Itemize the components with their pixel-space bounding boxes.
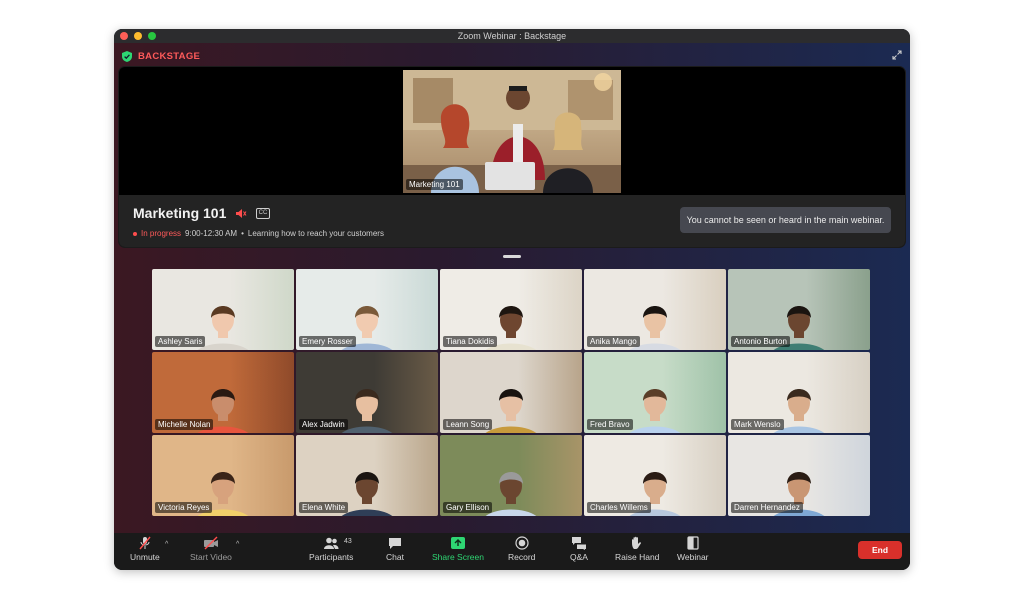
- participant-name: Michelle Nolan: [155, 419, 214, 430]
- meeting-toolbar: Unmute ^ Start Video ^ Participants 43 C…: [114, 533, 910, 570]
- backstage-header: BACKSTAGE: [122, 51, 200, 62]
- zoom-window-button[interactable]: [148, 32, 156, 40]
- backstage-notice: You cannot be seen or heard in the main …: [680, 207, 891, 233]
- raise-hand-label: Raise Hand: [615, 552, 660, 562]
- speaker-icon[interactable]: [235, 208, 247, 219]
- participant-tile[interactable]: Ashley Saris: [152, 269, 294, 350]
- participant-tile[interactable]: Tiana Dokidis: [440, 269, 582, 350]
- participant-name: Elena White: [299, 502, 349, 513]
- participants-count: 43: [344, 538, 352, 545]
- webinar-icon: [687, 536, 699, 550]
- stage-video-scene: [403, 70, 621, 193]
- window-title: Zoom Webinar : Backstage: [457, 31, 567, 41]
- title-bar: Zoom Webinar : Backstage: [114, 29, 910, 43]
- qa-label: Q&A: [570, 552, 588, 562]
- participant-name: Alex Jadwin: [299, 419, 348, 430]
- participant-name: Victoria Reyes: [155, 502, 213, 513]
- participant-name: Charles Willems: [587, 502, 651, 513]
- stage-video[interactable]: Marketing 101: [403, 70, 621, 193]
- shield-check-icon: [122, 51, 132, 62]
- participants-icon: [324, 537, 339, 549]
- live-dot-icon: [133, 231, 137, 236]
- participant-name: Antonio Burton: [731, 336, 790, 347]
- record-icon: [515, 536, 529, 550]
- participant-tile[interactable]: Elena White: [296, 435, 438, 516]
- share-screen-button[interactable]: Share Screen: [432, 536, 484, 562]
- share-screen-label: Share Screen: [432, 552, 484, 562]
- raise-hand-button[interactable]: Raise Hand: [615, 536, 659, 562]
- participant-name: Emery Rosser: [299, 336, 356, 347]
- webinar-button[interactable]: Webinar: [677, 536, 709, 562]
- raise-hand-icon: [632, 536, 642, 549]
- participant-gallery: Ashley Saris Emery Rosser Tiana Dokidis Ani…: [152, 269, 873, 516]
- main-stage: Marketing 101 Marketing 101 CC In progre…: [119, 67, 905, 247]
- video-options-caret-icon[interactable]: ^: [236, 541, 239, 548]
- participant-name: Fred Bravo: [587, 419, 633, 430]
- stage-video-label: Marketing 101: [406, 179, 463, 190]
- qa-icon: [571, 537, 586, 550]
- participant-name: Ashley Saris: [155, 336, 206, 347]
- unmute-button[interactable]: Unmute: [130, 536, 160, 562]
- share-screen-icon: [450, 537, 465, 549]
- chat-icon: [388, 538, 401, 549]
- closed-caption-icon[interactable]: CC: [256, 208, 270, 219]
- participant-tile[interactable]: Darren Hernandez: [728, 435, 870, 516]
- resize-handle[interactable]: [503, 255, 521, 258]
- participant-tile[interactable]: Fred Bravo: [584, 352, 726, 433]
- participant-name: Gary Ellison: [443, 502, 493, 513]
- record-button[interactable]: Record: [508, 536, 535, 562]
- participant-tile[interactable]: Leann Song: [440, 352, 582, 433]
- unmute-label: Unmute: [130, 552, 160, 562]
- participant-name: Darren Hernandez: [731, 502, 803, 513]
- participant-name: Tiana Dokidis: [443, 336, 498, 347]
- separator: •: [241, 229, 244, 238]
- start-video-button[interactable]: Start Video: [190, 536, 232, 562]
- qa-button[interactable]: Q&A: [570, 536, 588, 562]
- session-status: In progress 9:00-12:30 AM • Learning how…: [133, 229, 384, 238]
- participant-tile[interactable]: Alex Jadwin: [296, 352, 438, 433]
- muted-mic-icon: [139, 536, 151, 550]
- participants-label: Participants: [309, 552, 354, 562]
- expand-icon[interactable]: [892, 50, 902, 60]
- participant-name: Anika Mango: [587, 336, 640, 347]
- backstage-label: BACKSTAGE: [138, 51, 201, 62]
- end-button[interactable]: End: [858, 541, 902, 559]
- participant-tile[interactable]: Antonio Burton: [728, 269, 870, 350]
- status-text: In progress: [141, 229, 182, 238]
- participant-tile[interactable]: Michelle Nolan: [152, 352, 294, 433]
- record-label: Record: [508, 552, 536, 562]
- minimize-window-button[interactable]: [134, 32, 142, 40]
- participant-name: Leann Song: [443, 419, 493, 430]
- participant-tile[interactable]: Charles Willems: [584, 435, 726, 516]
- start-video-label: Start Video: [190, 552, 232, 562]
- session-description: Learning how to reach your customers: [247, 229, 384, 238]
- participant-tile[interactable]: Gary Ellison: [440, 435, 582, 516]
- session-time: 9:00-12:30 AM: [185, 229, 238, 238]
- participant-name: Mark Wenslo: [731, 419, 784, 430]
- participant-tile[interactable]: Victoria Reyes: [152, 435, 294, 516]
- session-info-bar: Marketing 101 CC In progress 9:00-12:30 …: [119, 195, 905, 247]
- session-title: Marketing 101: [133, 205, 227, 221]
- chat-label: Chat: [386, 552, 404, 562]
- chat-button[interactable]: Chat: [386, 536, 404, 562]
- video-off-icon: [203, 536, 218, 550]
- close-window-button[interactable]: [120, 32, 128, 40]
- audio-options-caret-icon[interactable]: ^: [165, 541, 168, 548]
- participant-tile[interactable]: Anika Mango: [584, 269, 726, 350]
- window-controls: [120, 32, 156, 40]
- zoom-window: Zoom Webinar : Backstage BACKSTAGE Marke…: [114, 29, 910, 570]
- participant-tile[interactable]: Emery Rosser: [296, 269, 438, 350]
- participant-tile[interactable]: Mark Wenslo: [728, 352, 870, 433]
- webinar-label: Webinar: [677, 552, 709, 562]
